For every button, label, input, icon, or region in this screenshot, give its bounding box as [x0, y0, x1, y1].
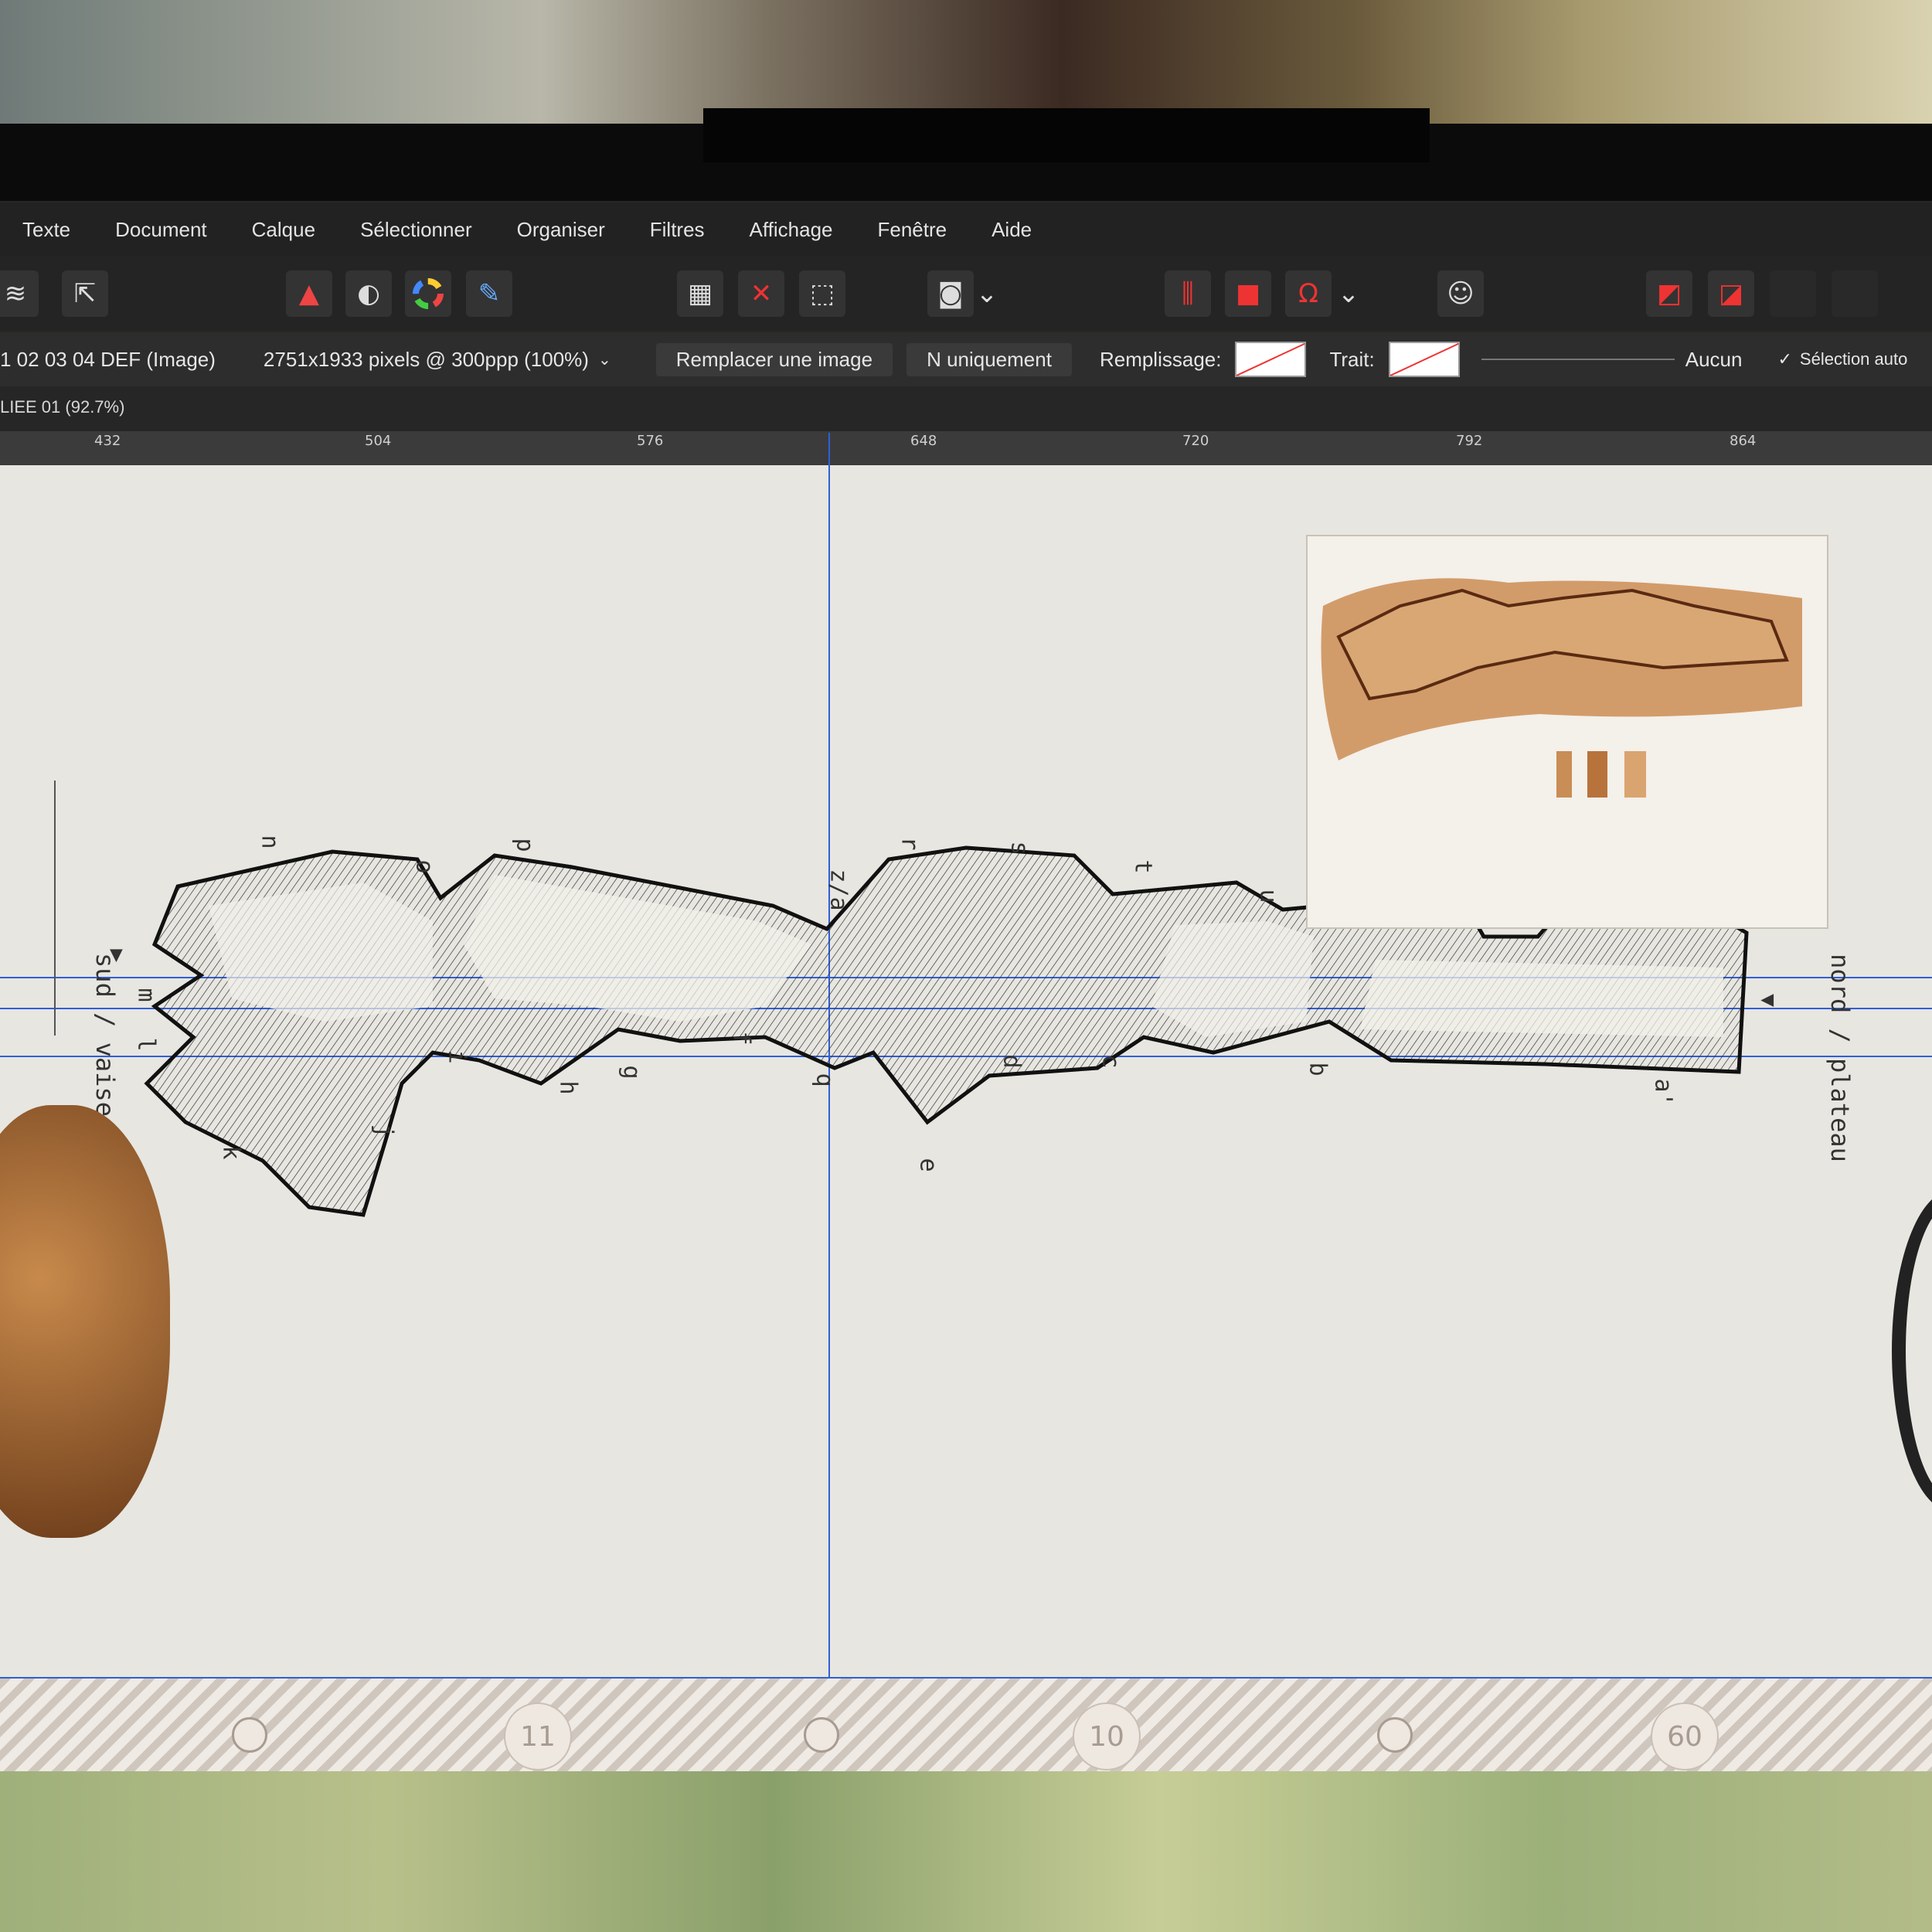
menu-filtres[interactable]: Filtres — [650, 218, 705, 242]
letter-label: a' — [1649, 1078, 1677, 1107]
stroke-label: Trait: — [1329, 347, 1375, 371]
document-tab[interactable]: LIEE 01 (92.7%) — [0, 397, 124, 417]
page-number-badge: 10 — [1073, 1702, 1141, 1770]
levels-icon[interactable]: ▲ — [286, 270, 332, 317]
context-toolbar: 1 02 03 04 DEF (Image) 2751x1933 pixels … — [0, 332, 1932, 386]
arrow-up-icon: ▲ — [1752, 994, 1778, 1007]
inset-sketch-drawing — [1321, 578, 1802, 798]
letter-label: h — [554, 1080, 582, 1095]
color-wheel-icon[interactable] — [405, 270, 451, 317]
stroke-width-slider[interactable] — [1481, 359, 1675, 360]
menu-selectionner[interactable]: Sélectionner — [360, 218, 472, 242]
letter-label: g — [617, 1065, 645, 1080]
letter-label: l — [132, 1037, 160, 1052]
letter-label: i — [443, 1049, 471, 1064]
horizontal-ruler[interactable]: 432 504 576 648 720 792 864 — [0, 431, 1932, 467]
invert-selection-icon[interactable]: ⬚ — [799, 270, 845, 317]
align-icon[interactable]: ⫼ — [1165, 270, 1211, 317]
toolbar: ≋ ⇱ ▲ ◐ ✎ ▦ ✕ ⬚ ◙ ⌄ ⫼ ■ Ω ⌄ ☺ ◩ ◪ — [0, 257, 1932, 331]
assistant-icon[interactable]: ☺ — [1437, 270, 1484, 317]
letter-label: k — [217, 1145, 245, 1160]
letter-label: j — [370, 1124, 398, 1138]
document-tab-bar: LIEE 01 (92.7%) — [0, 386, 1932, 431]
mask-icon[interactable]: ◙ — [927, 270, 974, 317]
snapping-magnet-icon[interactable]: Ω — [1285, 270, 1332, 317]
left-margin-line — [54, 781, 56, 1036]
letter-label: r — [896, 836, 923, 851]
contrast-icon[interactable]: ◐ — [345, 270, 392, 317]
menu-bar: Texte Document Calque Sélectionner Organ… — [0, 202, 1932, 257]
fill-swatch[interactable] — [1235, 342, 1307, 377]
stroke-swatch[interactable] — [1388, 342, 1460, 377]
letter-label: z/a — [825, 869, 852, 911]
stroke-value[interactable]: Aucun — [1685, 348, 1743, 372]
amber-sphere-illustration[interactable] — [0, 1105, 170, 1538]
menu-organiser[interactable]: Organiser — [517, 218, 605, 242]
arrange-back-icon[interactable]: ◪ — [1708, 270, 1754, 317]
letter-label: e — [914, 1158, 942, 1172]
webcam-housing — [703, 108, 1430, 162]
letter-label: u — [1254, 889, 1282, 903]
replace-image-button[interactable]: Remplacer une image — [655, 342, 893, 376]
arrange-disabled-icon — [1770, 270, 1816, 317]
ruler-tick: 648 — [910, 433, 937, 449]
chevron-down-icon-2[interactable]: ⌄ — [1337, 270, 1360, 317]
menu-texte[interactable]: Texte — [22, 218, 70, 242]
letter-label: f — [727, 1031, 755, 1046]
brush-icon[interactable]: ✎ — [466, 270, 512, 317]
image-dimensions[interactable]: 2751x1933 pixels @ 300ppp (100%) — [264, 348, 589, 372]
auto-selection-label[interactable]: Sélection auto — [1800, 349, 1907, 369]
ruler-tick: 864 — [1730, 433, 1757, 449]
arrow-down-icon: ▼ — [110, 941, 123, 967]
arrange-disabled-icon-2 — [1832, 270, 1878, 317]
menu-aide[interactable]: Aide — [992, 218, 1032, 242]
export-icon[interactable]: ⇱ — [62, 270, 108, 317]
marker-circle — [1377, 1717, 1413, 1753]
boolean-icon[interactable]: ■ — [1225, 270, 1271, 317]
deselect-icon[interactable]: ✕ — [738, 270, 784, 317]
chevron-down-icon[interactable]: ⌄ — [975, 270, 998, 317]
chevron-down-icon-3[interactable]: ⌄ — [598, 350, 611, 369]
fill-label: Remplissage: — [1099, 347, 1222, 371]
letter-label: p — [511, 838, 539, 852]
page-number-badge: 11 — [504, 1702, 572, 1770]
map-illustration-strip[interactable] — [0, 1771, 1932, 1932]
ruler-tick: 792 — [1456, 433, 1483, 449]
menu-calque[interactable]: Calque — [252, 218, 315, 242]
menu-fenetre[interactable]: Fenêtre — [877, 218, 947, 242]
menu-affichage[interactable]: Affichage — [750, 218, 833, 242]
layer-name: 1 02 03 04 DEF (Image) — [0, 347, 216, 371]
letter-label: n — [256, 835, 284, 849]
letter-label: b — [1304, 1062, 1332, 1077]
n-only-button[interactable]: N uniquement — [906, 342, 1072, 376]
letter-label: t — [1129, 859, 1157, 874]
waves-icon[interactable]: ≋ — [0, 270, 39, 317]
north-label: nord / plateau — [1825, 954, 1855, 1162]
ruler-tick: 504 — [365, 433, 392, 449]
ruler-tick: 432 — [94, 433, 121, 449]
marker-circle — [804, 1717, 839, 1753]
letter-label: d — [998, 1054, 1026, 1069]
south-label: sud / vaise — [90, 953, 120, 1117]
letter-label: q — [811, 1073, 838, 1087]
select-all-icon[interactable]: ▦ — [677, 270, 723, 317]
hatched-band — [0, 1679, 1932, 1771]
letter-label: o — [410, 859, 438, 874]
arrange-front-icon[interactable]: ◩ — [1646, 270, 1692, 317]
inset-watercolor-sketch[interactable] — [1306, 535, 1828, 929]
menu-document[interactable]: Document — [115, 218, 207, 242]
letter-label: s — [1005, 841, 1033, 855]
marker-circle — [232, 1717, 267, 1753]
letter-label: m — [132, 988, 160, 1002]
letter-label: c — [1097, 1054, 1124, 1069]
ruler-tick: 720 — [1182, 433, 1209, 449]
page-number-badge: 60 — [1651, 1702, 1719, 1770]
check-icon[interactable]: ✓ — [1777, 349, 1791, 369]
ruler-tick: 576 — [637, 433, 664, 449]
